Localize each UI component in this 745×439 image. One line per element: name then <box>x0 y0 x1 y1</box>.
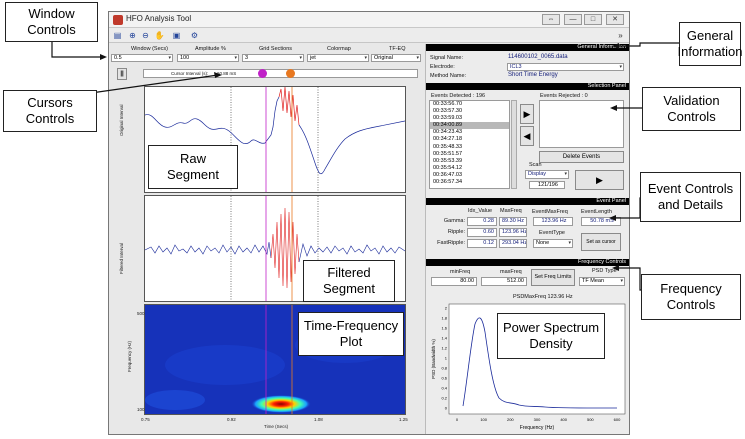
psd-callout: Power Spectrum Density <box>497 313 605 359</box>
callout-arrows <box>51 40 679 291</box>
filtered-segment-callout: Filtered Segment <box>303 260 395 302</box>
event-controls-callout: Event Controls and Details <box>640 172 741 222</box>
tf-plot-callout: Time-Frequency Plot <box>298 312 404 356</box>
window-controls-callout: Window Controls <box>5 2 98 42</box>
general-info-callout: General Information <box>677 22 743 66</box>
validation-controls-callout: Validation Controls <box>642 87 741 131</box>
cursors-controls-callout: Cursors Controls <box>3 90 97 132</box>
raw-segment-callout: Raw Segment <box>148 145 238 189</box>
frequency-controls-callout: Frequency Controls <box>641 274 741 320</box>
